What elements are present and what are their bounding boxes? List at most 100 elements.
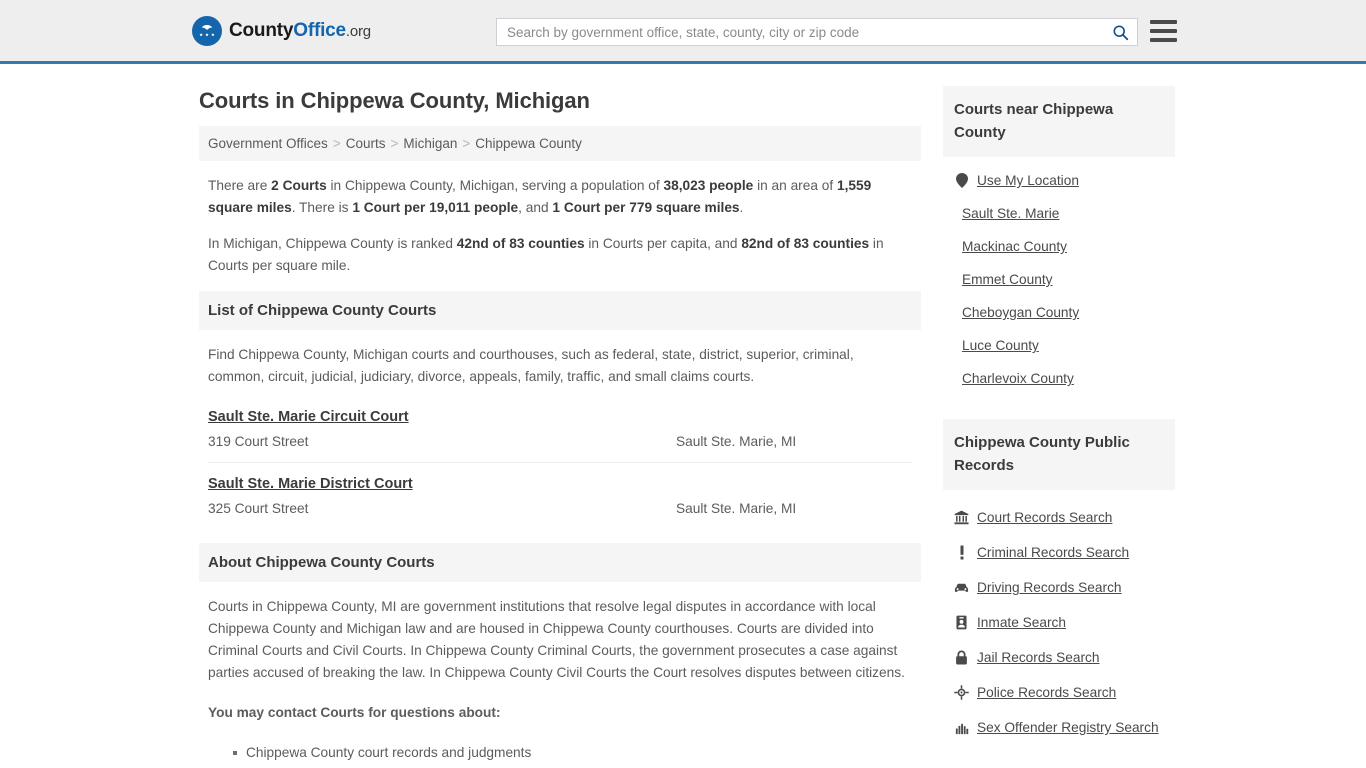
text-run: in an area of <box>753 178 837 193</box>
breadcrumb-link[interactable]: Chippewa County <box>475 136 582 151</box>
sidebar-link[interactable]: Mackinac County <box>962 239 1067 254</box>
site-header: CountyOffice.org <box>0 0 1366 64</box>
sidebar-list-item[interactable]: Emmet County <box>954 263 1175 296</box>
sidebar-list-item[interactable]: Luce County <box>954 329 1175 362</box>
contact-topics-list: Chippewa County court records and judgme… <box>208 742 912 768</box>
list-section-description: Find Chippewa County, Michigan courts an… <box>208 347 854 384</box>
text-run: , and <box>518 200 553 215</box>
breadcrumb-link[interactable]: Courts <box>346 136 386 151</box>
sidebar: Courts near Chippewa County Use My Locat… <box>943 64 1175 745</box>
sidebar-records-list: Court Records Search Criminal Records Sea… <box>943 490 1175 745</box>
stat-value: 2 Courts <box>271 178 327 193</box>
exclamation-icon <box>954 545 969 560</box>
intro-paragraph-2: In Michigan, Chippewa County is ranked 4… <box>199 233 921 277</box>
text-run: There are <box>208 178 272 193</box>
court-address: 325 Court Street <box>208 501 309 516</box>
logo-text-office: Office <box>293 19 346 41</box>
court-address: 319 Court Street <box>208 434 309 449</box>
hamburger-bar <box>1150 29 1177 33</box>
court-detail-line: 319 Court Street Sault Ste. Marie, MI <box>208 432 912 452</box>
hamburger-bar <box>1150 38 1177 42</box>
contact-topic-item: Chippewa County court records and judgme… <box>233 742 912 764</box>
police-badge-icon <box>954 685 969 700</box>
breadcrumb: Government Offices > Courts > Michigan > Chipp… <box>199 126 921 161</box>
court-name-link[interactable]: Sault Ste. Marie Circuit Court <box>208 409 409 425</box>
list-section-heading: List of Chippewa County Courts <box>199 291 921 330</box>
court-list-item: Sault Ste. Marie District Court 325 Court… <box>208 473 912 529</box>
main-content: Courts in Chippewa County, Michigan Gove… <box>199 64 921 768</box>
breadcrumb-link[interactable]: Michigan <box>403 136 457 151</box>
sidebar-list-item[interactable]: Use My Location <box>954 164 1175 197</box>
page-body: Courts in Chippewa County, Michigan Gove… <box>0 64 1366 768</box>
contact-topic-item: Law documents, filings and case records <box>246 764 912 768</box>
id-card-icon <box>954 615 969 630</box>
logo-text-county: County <box>229 19 294 41</box>
site-logo[interactable]: CountyOffice.org <box>192 15 371 46</box>
sidebar-link[interactable]: Court Records Search <box>977 510 1112 525</box>
sidebar-list-item[interactable]: Mackinac County <box>954 230 1175 263</box>
logo-text-org: .org <box>345 22 371 40</box>
sidebar-link[interactable]: Cheboygan County <box>962 305 1079 320</box>
sidebar-list-item[interactable]: Jail Records Search <box>954 640 1175 675</box>
sidebar-link[interactable]: Sault Ste. Marie <box>962 206 1059 221</box>
text-run: In Michigan, Chippewa County is ranked <box>208 236 457 251</box>
logo-wordmark: CountyOffice.org <box>229 20 371 42</box>
stat-value: 42nd of 83 counties <box>456 236 585 251</box>
sidebar-list-item[interactable]: Charlevoix County <box>954 362 1175 395</box>
sidebar-list-item[interactable]: Criminal Records Search <box>954 535 1175 570</box>
sidebar-nearby-heading: Courts near Chippewa County <box>943 86 1175 157</box>
sidebar-link[interactable]: Use My Location <box>977 173 1079 188</box>
court-name-link[interactable]: Sault Ste. Marie District Court <box>208 476 413 492</box>
sidebar-link[interactable]: Police Records Search <box>977 685 1116 700</box>
search-button[interactable] <box>1103 19 1137 45</box>
courthouse-icon <box>954 510 969 525</box>
text-run: in Chippewa County, Michigan, serving a … <box>326 178 664 193</box>
hamburger-bar <box>1150 20 1177 24</box>
sidebar-list-item[interactable]: Sault Ste. Marie <box>954 197 1175 230</box>
eagle-seal-icon <box>192 15 222 46</box>
sidebar-link[interactable]: Emmet County <box>962 272 1053 287</box>
sidebar-link[interactable]: Charlevoix County <box>962 371 1074 386</box>
text-run: in Courts per capita, and <box>584 236 742 251</box>
map-pin-icon <box>954 173 969 188</box>
sidebar-list-item[interactable]: Court Records Search <box>954 500 1175 535</box>
sidebar-records-heading: Chippewa County Public Records <box>943 419 1175 490</box>
sidebar-list-item[interactable]: Driving Records Search <box>954 570 1175 605</box>
sidebar-link[interactable]: Jail Records Search <box>977 650 1099 665</box>
sidebar-link[interactable]: Criminal Records Search <box>977 545 1129 560</box>
stat-value: 1 Court per 19,011 people <box>352 200 519 215</box>
sidebar-list-item[interactable]: Sex Offender Registry Search <box>954 710 1175 745</box>
sidebar-link[interactable]: Sex Offender Registry Search <box>977 720 1159 735</box>
fingerprint-icon <box>954 721 969 735</box>
search-icon <box>1112 24 1128 40</box>
intro-paragraph-1: There are 2 Courts in Chippewa County, M… <box>199 175 921 219</box>
court-city: Sault Ste. Marie, MI <box>676 434 797 449</box>
contact-lead: You may contact Courts for questions abo… <box>208 705 501 720</box>
sidebar-link[interactable]: Luce County <box>962 338 1039 353</box>
court-list-item: Sault Ste. Marie Circuit Court 319 Court … <box>208 406 912 463</box>
sidebar-list-item[interactable]: Police Records Search <box>954 675 1175 710</box>
sidebar-link[interactable]: Driving Records Search <box>977 580 1122 595</box>
breadcrumb-link[interactable]: Government Offices <box>208 136 328 151</box>
text-run: . <box>739 200 744 215</box>
hamburger-menu-icon[interactable] <box>1150 20 1177 42</box>
breadcrumb-separator: > <box>390 136 399 151</box>
about-paragraph: Courts in Chippewa County, MI are govern… <box>208 599 905 680</box>
search-bar[interactable] <box>496 18 1138 46</box>
about-section-heading: About Chippewa County Courts <box>199 543 921 582</box>
sidebar-nearby-list: Use My Location Sault Ste. Marie Mackinac … <box>943 157 1175 395</box>
about-section-body: Courts in Chippewa County, MI are govern… <box>199 582 921 768</box>
sidebar-list-item[interactable]: Inmate Search <box>954 605 1175 640</box>
search-input[interactable] <box>497 19 1103 45</box>
car-icon <box>954 582 969 594</box>
page-title: Courts in Chippewa County, Michigan <box>199 88 590 113</box>
court-city: Sault Ste. Marie, MI <box>676 501 797 516</box>
sidebar-list-item[interactable]: Cheboygan County <box>954 296 1175 329</box>
stat-value: 82nd of 83 counties <box>741 236 870 251</box>
court-list: Sault Ste. Marie Circuit Court 319 Court … <box>208 406 912 529</box>
breadcrumb-separator: > <box>462 136 471 151</box>
breadcrumb-separator: > <box>332 136 341 151</box>
list-section-body: Find Chippewa County, Michigan courts an… <box>199 330 921 529</box>
sidebar-link[interactable]: Inmate Search <box>977 615 1066 630</box>
text-run: . There is <box>291 200 353 215</box>
